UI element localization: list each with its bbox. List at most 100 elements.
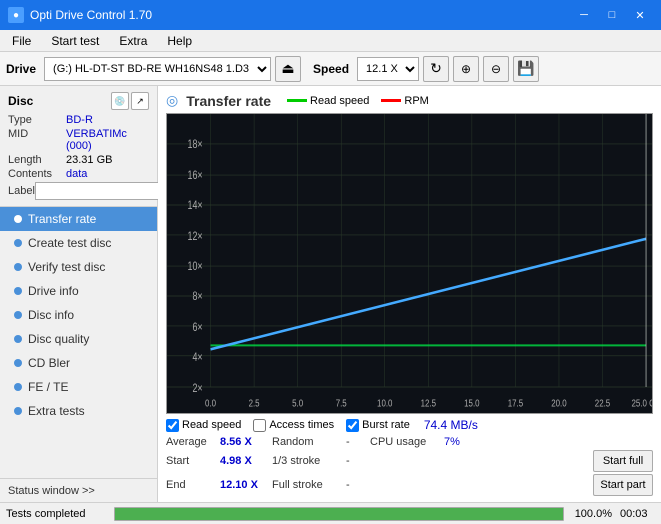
svg-text:0.0: 0.0: [205, 397, 216, 408]
nav-dot: [14, 263, 22, 271]
status-window-button[interactable]: Status window >>: [0, 478, 157, 502]
stats-row-start: Start 4.98 X 1/3 stroke - Start full: [166, 450, 653, 472]
minimize-button[interactable]: ─: [571, 5, 597, 25]
end-value: 12.10 X: [220, 479, 268, 491]
type-label: Type: [8, 114, 66, 126]
access-times-check[interactable]: [253, 419, 266, 432]
menu-help[interactable]: Help: [159, 32, 200, 50]
svg-text:16×: 16×: [188, 170, 203, 182]
svg-text:7.5: 7.5: [336, 397, 347, 408]
random-label: Random: [272, 436, 342, 448]
svg-text:10×: 10×: [188, 261, 203, 273]
toolbar: Drive (G:) HL-DT-ST BD-RE WH16NS48 1.D3 …: [0, 52, 661, 86]
stroke13-label: 1/3 stroke: [272, 455, 342, 467]
read-speed-check[interactable]: [166, 419, 179, 432]
random-value: -: [346, 436, 366, 448]
menu-start-test[interactable]: Start test: [43, 32, 107, 50]
status-time: 00:03: [620, 508, 655, 520]
length-value: 23.31 GB: [66, 154, 149, 166]
speed-select[interactable]: 12.1 X Max 8 X 6 X 4 X: [357, 57, 419, 81]
nav-fe-te[interactable]: FE / TE: [0, 375, 157, 399]
burst-rate-value: 74.4 MB/s: [424, 418, 478, 432]
app-icon: ●: [8, 7, 24, 23]
legend-read-color: [287, 99, 307, 102]
burst-rate-checkbox[interactable]: Burst rate: [346, 419, 410, 432]
average-value: 8.56 X: [220, 436, 268, 448]
graph-controls: Read speed Access times Burst rate 74.4 …: [166, 418, 653, 432]
add-button[interactable]: ⊕: [453, 56, 479, 82]
nav-verify-test-disc[interactable]: Verify test disc: [0, 255, 157, 279]
legend-rpm-label: RPM: [404, 95, 428, 107]
svg-text:2.5: 2.5: [249, 397, 260, 408]
read-speed-label: Read speed: [182, 419, 241, 431]
svg-text:22.5: 22.5: [595, 397, 610, 408]
nav-drive-info[interactable]: Drive info: [0, 279, 157, 303]
nav-label: FE / TE: [28, 380, 68, 394]
svg-text:14×: 14×: [188, 200, 203, 212]
nav-dot: [14, 359, 22, 367]
nav-disc-quality[interactable]: Disc quality: [0, 327, 157, 351]
menu-extra[interactable]: Extra: [111, 32, 155, 50]
end-label: End: [166, 479, 216, 491]
access-times-label: Access times: [269, 419, 334, 431]
maximize-button[interactable]: □: [599, 5, 625, 25]
label-label: Label: [8, 185, 35, 197]
nav-dot: [14, 239, 22, 247]
read-speed-checkbox[interactable]: Read speed: [166, 419, 241, 432]
svg-text:4×: 4×: [192, 352, 202, 364]
start-full-button[interactable]: Start full: [593, 450, 653, 472]
start-part-button[interactable]: Start part: [593, 474, 653, 496]
burst-rate-check[interactable]: [346, 419, 359, 432]
svg-text:12×: 12×: [188, 231, 203, 243]
svg-text:20.0: 20.0: [551, 397, 566, 408]
disc-panel: Disc 💿 ↗ Type BD-R MID VERBATIMc (000) L…: [0, 86, 157, 207]
main-layout: Disc 💿 ↗ Type BD-R MID VERBATIMc (000) L…: [0, 86, 661, 502]
legend-rpm: RPM: [381, 95, 428, 107]
nav-disc-info[interactable]: Disc info: [0, 303, 157, 327]
eject-button[interactable]: ⏏: [275, 56, 301, 82]
drive-select[interactable]: (G:) HL-DT-ST BD-RE WH16NS48 1.D3: [44, 57, 271, 81]
start-value: 4.98 X: [220, 455, 268, 467]
svg-text:15.0: 15.0: [464, 397, 479, 408]
titlebar: ● Opti Drive Control 1.70 ─ □ ✕: [0, 0, 661, 30]
svg-text:10.0: 10.0: [377, 397, 392, 408]
svg-text:8×: 8×: [192, 291, 202, 303]
full-stroke-label: Full stroke: [272, 479, 342, 491]
remove-button[interactable]: ⊖: [483, 56, 509, 82]
app-title: Opti Drive Control 1.70: [30, 8, 152, 22]
sidebar-nav: Transfer rate Create test disc Verify te…: [0, 207, 157, 478]
stats-row-average: Average 8.56 X Random - CPU usage 7%: [166, 436, 653, 448]
chart-title: Transfer rate: [186, 93, 271, 109]
sidebar: Disc 💿 ↗ Type BD-R MID VERBATIMc (000) L…: [0, 86, 158, 502]
menu-file[interactable]: File: [4, 32, 39, 50]
access-times-checkbox[interactable]: Access times: [253, 419, 334, 432]
close-button[interactable]: ✕: [627, 5, 653, 25]
contents-value: data: [66, 168, 149, 180]
chart-header: ◎ Transfer rate Read speed RPM: [166, 92, 653, 109]
drive-label: Drive: [6, 62, 36, 76]
length-label: Length: [8, 154, 66, 166]
nav-create-test-disc[interactable]: Create test disc: [0, 231, 157, 255]
svg-text:12.5: 12.5: [421, 397, 436, 408]
save-button[interactable]: 💾: [513, 56, 539, 82]
nav-dot: [14, 215, 22, 223]
graph-svg: 2× 4× 6× 8× 10× 12× 14× 16× 18× 0.0 2.5 …: [167, 114, 652, 413]
type-value: BD-R: [66, 114, 149, 126]
refresh-button[interactable]: ↻: [423, 56, 449, 82]
cpu-value: 7%: [444, 436, 474, 448]
start-label: Start: [166, 455, 216, 467]
disc-icon-1[interactable]: 💿: [111, 92, 129, 110]
nav-transfer-rate[interactable]: Transfer rate: [0, 207, 157, 231]
svg-text:5.0: 5.0: [292, 397, 303, 408]
nav-label: Verify test disc: [28, 260, 105, 274]
cpu-label: CPU usage: [370, 436, 440, 448]
svg-text:2×: 2×: [192, 383, 202, 395]
legend-read: Read speed: [287, 95, 369, 107]
progress-percent: 100.0%: [572, 508, 612, 520]
window-controls: ─ □ ✕: [571, 5, 653, 25]
chart-icon: ◎: [166, 92, 178, 109]
nav-extra-tests[interactable]: Extra tests: [0, 399, 157, 423]
label-input[interactable]: [35, 182, 169, 200]
disc-icon-2[interactable]: ↗: [131, 92, 149, 110]
nav-cd-bler[interactable]: CD Bler: [0, 351, 157, 375]
